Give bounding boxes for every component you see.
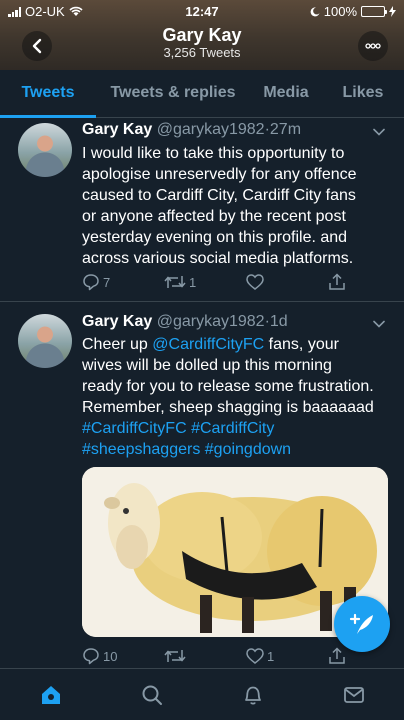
reply-button[interactable]: 7 xyxy=(82,273,142,291)
ellipsis-icon xyxy=(365,43,381,49)
tweet-header: Gary Kay @garykay1982·27m xyxy=(82,121,301,139)
hashtag-link[interactable]: #CardiffCityFC xyxy=(82,420,187,437)
retweet-icon xyxy=(164,276,186,288)
reply-count: 10 xyxy=(103,648,118,664)
tweet-text-segment: fans, your xyxy=(264,336,339,353)
like-count: 1 xyxy=(267,648,275,664)
battery-percent: 100% xyxy=(323,4,357,19)
battery-icon xyxy=(361,6,387,17)
chevron-down-icon[interactable] xyxy=(372,317,386,331)
nav-home[interactable] xyxy=(0,669,101,720)
tweet-line: ready for you to release some frustratio… xyxy=(82,378,374,395)
tweet-text-segment: Cheer up xyxy=(82,336,153,353)
like-button[interactable] xyxy=(246,274,306,290)
nav-messages[interactable] xyxy=(303,669,404,720)
tweet-line: caused to Cardiff City, Cardiff City fan… xyxy=(82,187,356,204)
share-icon xyxy=(329,647,345,664)
reply-count: 7 xyxy=(103,274,111,290)
nav-notifications[interactable] xyxy=(202,669,303,720)
retweet-button[interactable] xyxy=(164,648,224,664)
tweet-line: Remember, sheep shagging is baaaaaad xyxy=(82,399,374,416)
tweet-line: Cheer up @CardiffCityFC fans, your xyxy=(82,334,392,355)
tweet-actions: 7 1 xyxy=(82,271,352,293)
tweet-actions: 10 1 xyxy=(82,645,352,667)
mail-icon xyxy=(343,686,364,703)
tweet-line: yesterday evening on this profile. and xyxy=(82,229,348,246)
more-options-button[interactable] xyxy=(358,31,388,61)
tweet-line: I would like to take this opportunity to xyxy=(82,145,345,162)
bell-icon xyxy=(244,686,261,705)
hashtag-link[interactable]: #sheepshaggers xyxy=(82,441,200,458)
mention-link[interactable]: @CardiffCityFC xyxy=(152,336,264,353)
profile-name: Gary Kay xyxy=(162,25,242,45)
hashtag-link[interactable]: #goingdown xyxy=(205,441,291,458)
retweet-count: 1 xyxy=(189,274,197,290)
tweet-text: I would like to take this opportunity to… xyxy=(82,143,392,269)
author-name[interactable]: Gary Kay xyxy=(82,313,152,330)
hashtag-link[interactable]: #CardiffCity xyxy=(191,420,274,437)
author-handle[interactable]: @garykay1982 xyxy=(157,313,265,330)
nav-search[interactable] xyxy=(101,669,202,720)
avatar[interactable] xyxy=(18,314,72,368)
tweet-line: or anyone affected by the recent post xyxy=(82,208,346,225)
tweet-time: 1d xyxy=(269,313,288,330)
heart-icon xyxy=(246,274,264,290)
compose-tweet-button[interactable] xyxy=(334,596,390,652)
retweet-icon xyxy=(164,650,186,662)
tweet-header: Gary Kay @garykay1982·1d xyxy=(82,313,288,331)
tweet-line: across various social media platforms. xyxy=(82,250,354,267)
tweet-count: 3,256 Tweets xyxy=(163,45,241,60)
status-bar: O2-UK 12:47 100% xyxy=(0,0,404,22)
tweet-line: #sheepshaggers #goingdown xyxy=(82,439,392,460)
tweet-line: wives will be dolled up this morning xyxy=(82,357,332,374)
reply-icon xyxy=(83,648,99,665)
retweet-button[interactable]: 1 xyxy=(164,274,224,290)
charging-icon xyxy=(389,6,396,17)
like-button[interactable]: 1 xyxy=(246,648,306,664)
profile-header: O2-UK 12:47 100% Gary Kay 3,256 Tweets xyxy=(0,0,404,70)
tab-tweets-replies[interactable]: Tweets & replies xyxy=(96,70,250,117)
tab-likes[interactable]: Likes xyxy=(322,70,404,117)
heart-icon xyxy=(246,648,264,664)
tab-tweets[interactable]: Tweets xyxy=(0,70,96,118)
chevron-down-icon[interactable] xyxy=(372,125,386,139)
share-button[interactable] xyxy=(328,273,352,291)
home-icon xyxy=(41,685,60,704)
tweet-text: Cheer up @CardiffCityFC fans, your wives… xyxy=(82,334,392,460)
tweet-line: #CardiffCityFC #CardiffCity xyxy=(82,418,392,439)
tweet-time: 27m xyxy=(269,121,302,138)
tab-media[interactable]: Media xyxy=(250,70,322,117)
moon-icon xyxy=(310,6,320,16)
reply-button[interactable]: 10 xyxy=(82,647,142,665)
author-handle[interactable]: @garykay1982 xyxy=(157,121,265,138)
share-button[interactable] xyxy=(328,647,352,665)
profile-tabs: Tweets Tweets & replies Media Likes xyxy=(0,70,404,118)
author-name[interactable]: Gary Kay xyxy=(82,121,152,138)
reply-icon xyxy=(83,274,99,291)
tweet-line: apologise unreservedly for any offence xyxy=(82,166,357,183)
share-icon xyxy=(329,273,345,290)
feather-plus-icon xyxy=(349,613,373,634)
search-icon xyxy=(142,685,162,705)
bottom-nav xyxy=(0,668,404,720)
avatar[interactable] xyxy=(18,123,72,177)
tweet-card[interactable]: Gary Kay @garykay1982·27m I would like t… xyxy=(0,118,404,302)
